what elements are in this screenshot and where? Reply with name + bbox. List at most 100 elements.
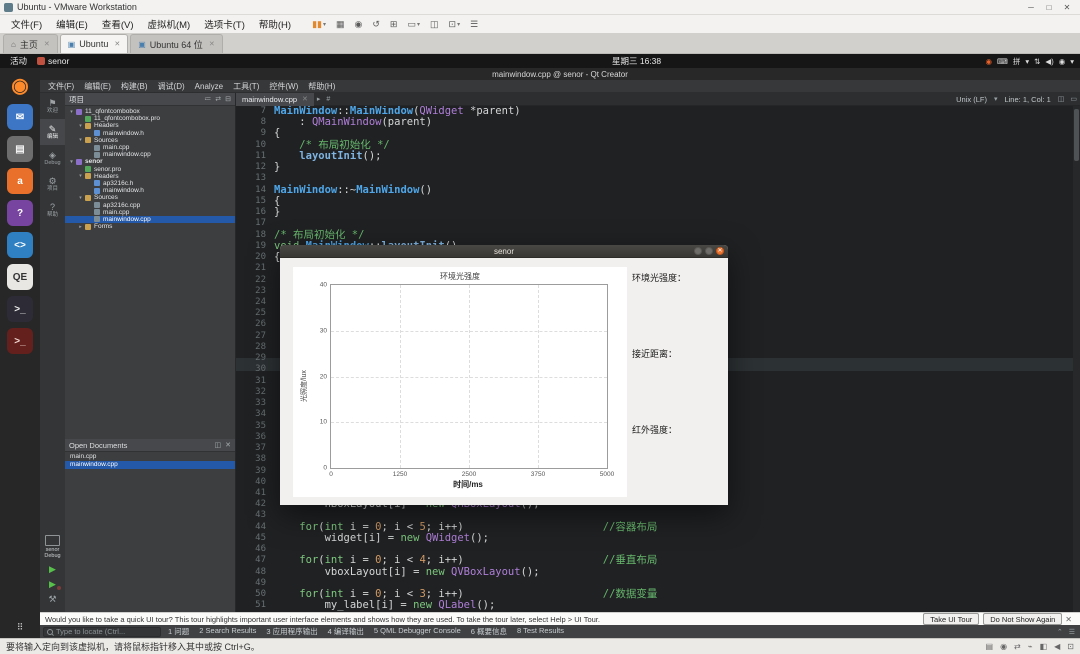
qtcreator-menu-item[interactable]: 调试(D) [153, 81, 190, 92]
help-icon[interactable]: ? [7, 200, 33, 226]
output-pane-button[interactable]: 1 问题 [163, 626, 194, 637]
mode-welcome[interactable]: ⚑ 欢迎 [40, 93, 65, 119]
filter-icon[interactable]: ≔ [204, 95, 211, 103]
build-button[interactable]: ⚒ [40, 593, 65, 606]
close-split-icon[interactable]: ▭ [1070, 95, 1077, 103]
pin-icon[interactable]: ▸ [317, 95, 321, 103]
mail-icon[interactable]: ✉ [7, 104, 33, 130]
open-documents-title[interactable]: Open Documents [69, 441, 127, 450]
tab-ubuntu[interactable]: ▣ Ubuntu ✕ [59, 34, 129, 53]
tree-item[interactable]: ap3216c.h [65, 180, 235, 187]
qtcreator-menu-item[interactable]: 工具(T) [228, 81, 264, 92]
snapshot-button[interactable]: ◉ [355, 19, 363, 30]
close-tab-icon[interactable]: ✕ [209, 40, 215, 48]
tree-item[interactable]: 11_qfontcombobox.pro [65, 115, 235, 122]
tab-home[interactable]: ⌂ 主页 ✕ [3, 34, 58, 53]
tree-item[interactable]: mainwindow.cpp [65, 215, 235, 223]
library-toggle-button[interactable]: ☰ [470, 19, 478, 30]
maximize-button[interactable] [705, 247, 713, 255]
minimize-button[interactable]: ─ [1022, 3, 1040, 12]
suspend-button[interactable]: ▮▮ ▾ [312, 19, 326, 30]
clock-label[interactable]: 星期三 16:38 [612, 55, 661, 67]
vscode-icon[interactable]: <> [7, 232, 33, 258]
editor-tab[interactable]: mainwindow.cpp ✕ [236, 92, 314, 106]
fullscreen-button[interactable]: ⊡ ▾ [449, 19, 461, 30]
close-button[interactable]: ✕ [716, 247, 724, 255]
output-pane-button[interactable]: 5 QML Debugger Console [369, 626, 466, 637]
take-ui-tour-button[interactable]: Take UI Tour [923, 613, 980, 625]
qtcreator-menu-item[interactable]: 文件(F) [43, 81, 79, 92]
qtcreator-titlebar[interactable]: mainwindow.cpp @ senor - Qt Creator [40, 68, 1080, 80]
maximize-button[interactable]: □ [1040, 3, 1058, 12]
qtcreator-menu-item[interactable]: Analyze [190, 82, 228, 91]
open-document-item[interactable]: mainwindow.cpp [65, 460, 235, 469]
hdd-status-icon[interactable]: ▤ [986, 642, 994, 651]
mode-edit[interactable]: ✎ 编辑 [40, 119, 65, 145]
do-not-show-again-button[interactable]: Do Not Show Again [983, 613, 1063, 625]
keyboard-icon[interactable]: ⌨ [997, 57, 1008, 66]
panel-list-icon[interactable]: ☰ [1069, 628, 1075, 636]
input-method-indicator[interactable]: 拼 [1013, 56, 1021, 67]
output-pane-button[interactable]: 4 编译输出 [323, 626, 369, 637]
tree-item[interactable]: mainwindow.h [65, 130, 235, 137]
tree-item[interactable]: ▾ Headers [65, 173, 235, 180]
text-editor-icon[interactable]: ▤ [7, 136, 33, 162]
ctrl-alt-del-button[interactable]: ▦ [336, 19, 345, 30]
cdrom-status-icon[interactable]: ◉ [1000, 642, 1007, 651]
output-pane-button[interactable]: 3 应用程序输出 [261, 626, 322, 637]
tree-item[interactable]: ▾ Headers [65, 122, 235, 129]
chevron-down-icon[interactable]: ▾ [1025, 57, 1029, 66]
locator-input[interactable]: Type to locate (Ctrl... [43, 626, 161, 637]
split-editor-icon[interactable]: ◫ [1058, 95, 1065, 103]
unity-view-button[interactable]: ◫ [430, 19, 439, 30]
close-notification-icon[interactable]: ✕ [1065, 615, 1072, 624]
open-document-item[interactable]: main.cpp [65, 452, 235, 461]
close-tab-icon[interactable]: ✕ [302, 95, 308, 103]
vmware-menu-item[interactable]: 虚拟机(M) [140, 17, 197, 31]
mode-debug[interactable]: ◈ Debug [40, 145, 65, 171]
focused-app-indicator[interactable]: senor [37, 56, 69, 66]
tree-item[interactable]: ap3216c.cpp [65, 201, 235, 209]
output-pane-button[interactable]: 2 Search Results [194, 626, 261, 637]
debug-run-button[interactable]: ▶ [40, 578, 65, 591]
tree-item[interactable]: senor.pro [65, 166, 235, 173]
revert-snapshot-button[interactable]: ↺ [372, 19, 380, 30]
close-button[interactable]: ✕ [1058, 3, 1076, 12]
vmware-menu-item[interactable]: 选项卡(T) [197, 17, 252, 31]
sync-icon[interactable]: ⇄ [215, 95, 221, 103]
volume-icon[interactable]: ◀) [1045, 57, 1053, 66]
firefox-icon[interactable]: ◉ [7, 72, 33, 98]
tree-item[interactable]: main.cpp [65, 144, 235, 151]
qtcreator-menu-item[interactable]: 构建(B) [116, 81, 153, 92]
tree-item[interactable]: ▾ 11_qfontcombobox [65, 108, 235, 115]
terminal-alt-icon[interactable]: >_ [7, 328, 33, 354]
power-icon[interactable]: ◉ [1059, 57, 1066, 66]
kit-selector[interactable]: senor Debug [40, 532, 65, 562]
maximize-panel-icon[interactable]: ⌃ [1057, 628, 1063, 636]
tree-item[interactable]: main.cpp [65, 209, 235, 216]
qtcreator-menu-item[interactable]: 帮助(H) [303, 81, 340, 92]
qtcreator-menu-item[interactable]: 控件(W) [264, 81, 303, 92]
split-icon[interactable]: ◫ [215, 441, 222, 449]
sound-status-icon[interactable]: ◀ [1054, 642, 1060, 651]
tree-item[interactable]: ▾ Sources [65, 194, 235, 201]
software-store-icon[interactable]: a [7, 168, 33, 194]
senor-titlebar[interactable]: senor ✕ [280, 245, 728, 258]
vmware-menu-item[interactable]: 文件(F) [4, 17, 49, 31]
fullscreen-corner-icon[interactable]: ⊡ [1067, 642, 1074, 651]
mode-help[interactable]: ? 帮助 [40, 197, 65, 223]
scrollbar-thumb[interactable] [1074, 109, 1079, 161]
snapshot-manager-button[interactable]: ⊞ [390, 19, 398, 30]
console-view-button[interactable]: ▭ ▾ [407, 19, 420, 30]
terminal-icon[interactable]: >_ [7, 296, 33, 322]
tree-item[interactable]: mainwindow.h [65, 187, 235, 194]
network-status-icon[interactable]: ⇄ [1014, 642, 1021, 651]
editor-scrollbar[interactable] [1073, 106, 1080, 612]
close-tab-icon[interactable]: ✕ [44, 40, 50, 48]
app-grid-icon[interactable]: ⠿ [0, 622, 40, 633]
tree-item[interactable]: mainwindow.cpp [65, 151, 235, 158]
screenshare-indicator-icon[interactable]: ◉ [985, 57, 992, 66]
vmware-menu-item[interactable]: 编辑(E) [49, 17, 95, 31]
tree-item[interactable]: ▾ Sources [65, 137, 235, 144]
tree-item[interactable]: ▸ Forms [65, 223, 235, 230]
